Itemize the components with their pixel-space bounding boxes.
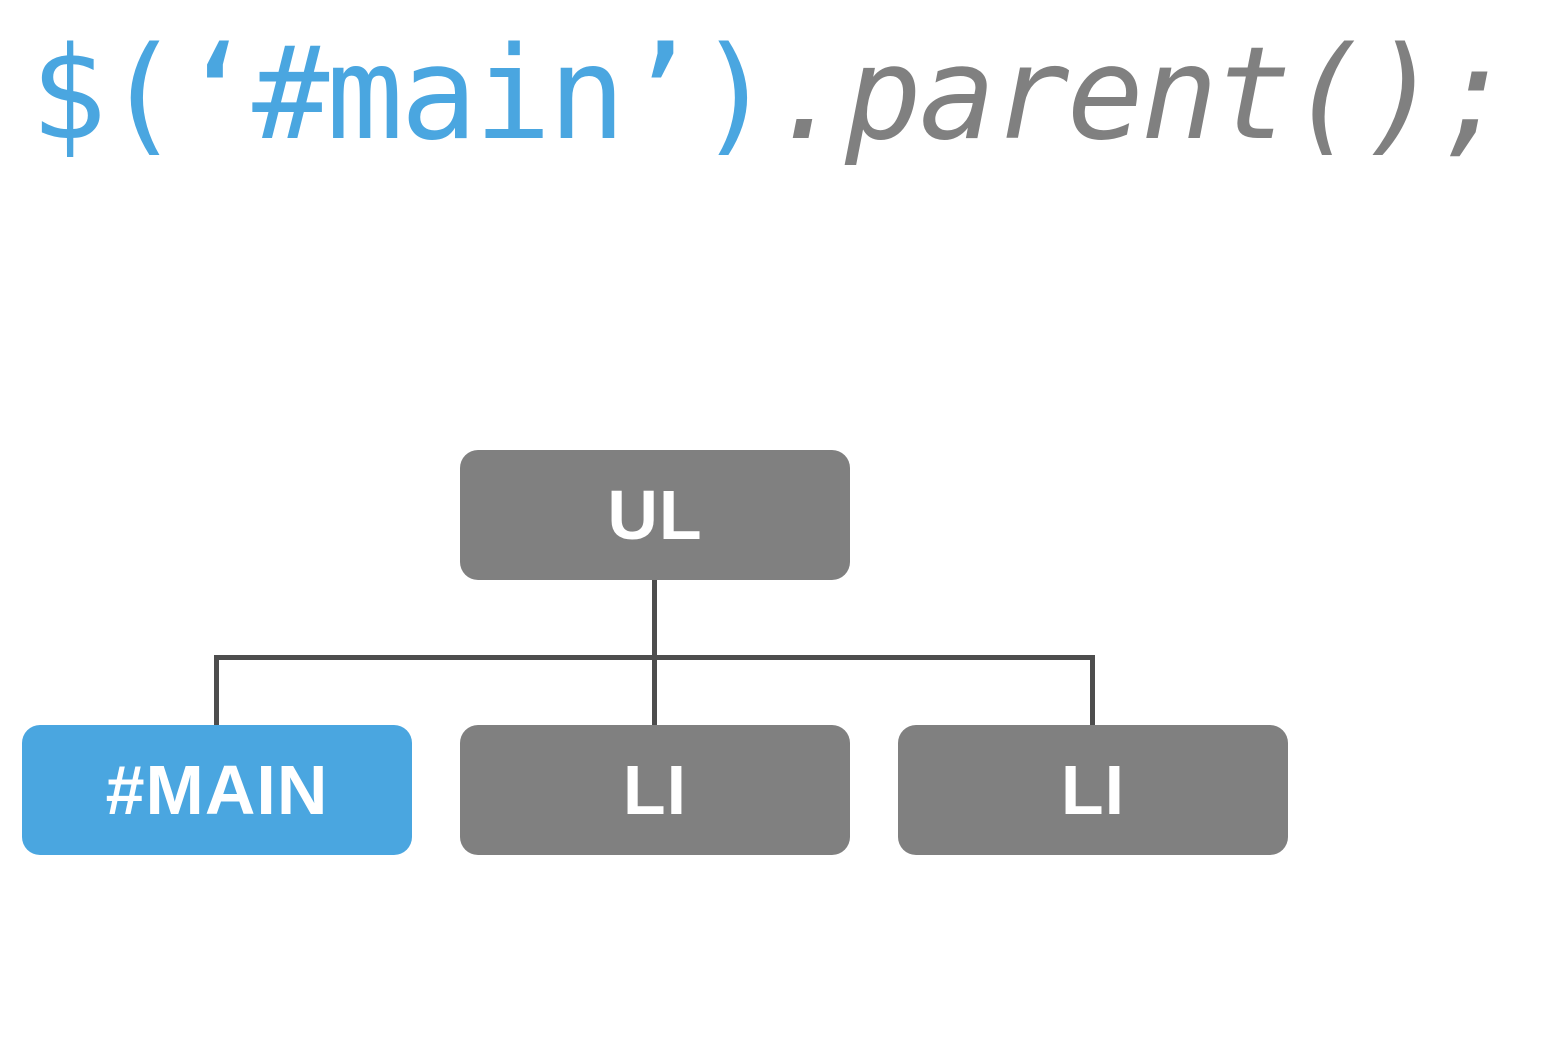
tree-node-li: LI (898, 725, 1288, 855)
tree-node-li: LI (460, 725, 850, 855)
connector-line (652, 655, 657, 725)
connector-line (652, 580, 657, 660)
method-segment: .parent(); (771, 20, 1512, 169)
node-label: LI (623, 750, 687, 830)
tree-node-ul: UL (460, 450, 850, 580)
selector-segment: $(‘#main’) (30, 20, 771, 169)
node-label: UL (607, 475, 702, 555)
node-label: #MAIN (106, 750, 329, 830)
node-label: LI (1061, 750, 1125, 830)
connector-line (214, 655, 219, 725)
connector-line (1090, 655, 1095, 725)
tree-node-main: #MAIN (22, 725, 412, 855)
code-expression: $(‘#main’).parent(); (30, 20, 1511, 169)
